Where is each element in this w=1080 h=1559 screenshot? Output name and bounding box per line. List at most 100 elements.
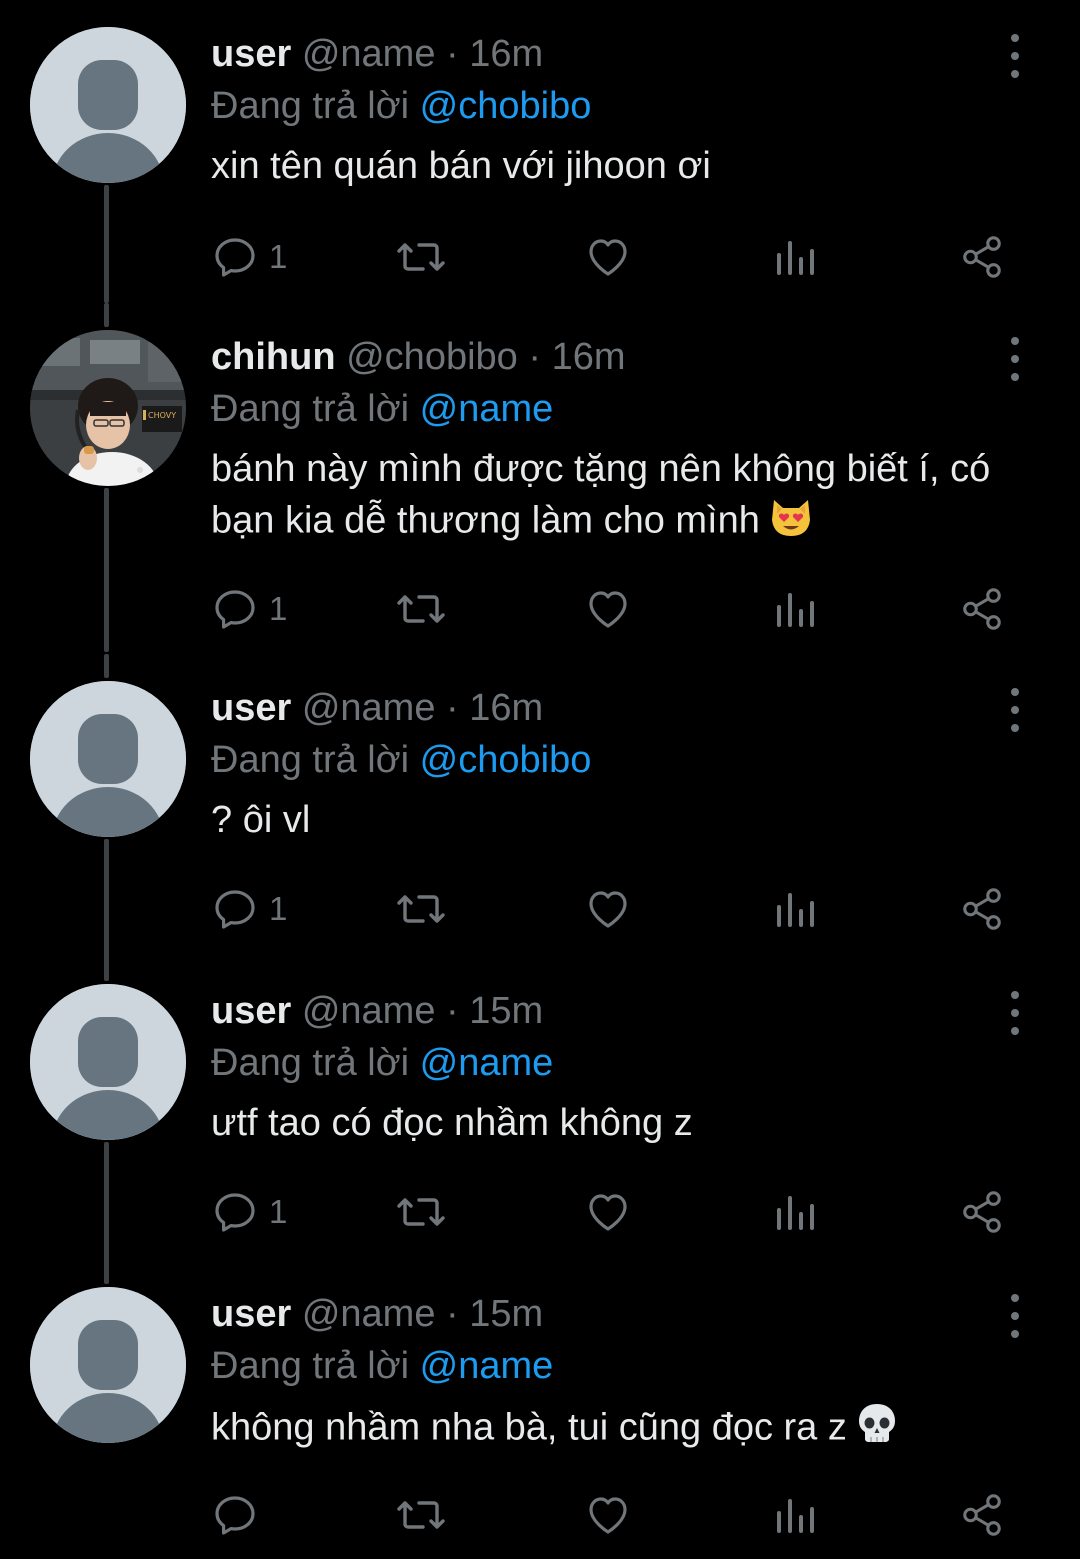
dot-icon [1011, 706, 1019, 714]
view-stats-button[interactable] [773, 584, 817, 634]
heart-icon [589, 239, 627, 276]
replying-to-label: Đang trả lời [211, 1345, 410, 1387]
display-name[interactable]: user [211, 1293, 291, 1335]
tweet-header: chihun @chobibo · 16m [211, 333, 980, 381]
dot-icon [1011, 52, 1019, 60]
view-stats-button[interactable] [773, 1187, 817, 1237]
display-name[interactable]: user [211, 687, 291, 729]
user-handle[interactable]: @name [302, 1293, 436, 1335]
reply-thread: user @name · 16m Đang trả lời @chobibo x… [0, 0, 1080, 1559]
user-handle[interactable]: @chobibo [346, 336, 518, 378]
thread-connector [104, 303, 109, 327]
reply-count: 1 [269, 238, 288, 275]
avatar[interactable] [30, 27, 186, 183]
share-button[interactable] [959, 584, 1005, 634]
avatar[interactable] [30, 984, 186, 1140]
tweet-header: user @name · 15m [211, 1290, 980, 1338]
view-stats-button[interactable] [773, 1490, 817, 1540]
dot-icon [1011, 1009, 1019, 1017]
share-button[interactable] [959, 884, 1005, 934]
tweet-text: xin tên quán bán với jihoon ơi [211, 145, 711, 187]
replying-to-label: Đang trả lời [211, 1042, 410, 1084]
reply-icon [215, 590, 255, 629]
like-button[interactable] [583, 584, 633, 634]
like-button[interactable] [583, 1490, 633, 1540]
reply-icon [215, 1193, 255, 1232]
more-options-button[interactable] [1000, 34, 1030, 78]
share-button[interactable] [959, 232, 1005, 282]
retweet-button[interactable] [395, 884, 447, 934]
avatar[interactable]: CHOVY [30, 330, 186, 486]
share-icon [963, 888, 1001, 930]
display-name[interactable]: chihun [211, 336, 336, 378]
view-stats-button[interactable] [773, 232, 817, 282]
timestamp[interactable]: 15m [469, 990, 543, 1032]
thread-connector [104, 1142, 109, 1264]
retweet-icon [397, 1198, 445, 1226]
share-icon [963, 1494, 1001, 1536]
dot-icon [1011, 688, 1019, 696]
more-options-button[interactable] [1000, 1294, 1030, 1338]
replying-to-handle[interactable]: @name [420, 1042, 554, 1084]
timestamp[interactable]: 16m [469, 33, 543, 75]
replying-to-handle[interactable]: @name [420, 388, 554, 430]
like-button[interactable] [583, 232, 633, 282]
replying-to-handle[interactable]: @chobibo [420, 85, 592, 127]
dot-icon [1011, 1330, 1019, 1338]
timestamp[interactable]: 16m [552, 336, 626, 378]
tweet-1[interactable]: user @name · 16m Đang trả lời @chobibo x… [0, 0, 1080, 303]
tweet-text: bánh này mình được tặng nên không biết í… [211, 444, 1031, 551]
reply-button[interactable]: 1 [211, 584, 287, 634]
avatar[interactable] [30, 1287, 186, 1443]
view-stats-button[interactable] [773, 884, 817, 934]
share-button[interactable] [959, 1187, 1005, 1237]
default-profile-icon [30, 27, 186, 183]
replying-to-handle[interactable]: @name [420, 1345, 554, 1387]
user-handle[interactable]: @name [302, 687, 436, 729]
more-options-button[interactable] [1000, 991, 1030, 1035]
tweet-2[interactable]: CHOVY chihun @chobibo · 16m Đang trả lời… [0, 303, 1080, 652]
timestamp[interactable]: 15m [469, 1293, 543, 1335]
replying-to-label: Đang trả lời [211, 85, 410, 127]
like-button[interactable] [583, 1187, 633, 1237]
retweet-button[interactable] [395, 232, 447, 282]
dot-icon [1011, 34, 1019, 42]
retweet-button[interactable] [395, 1490, 447, 1540]
replying-to-label: Đang trả lời [211, 388, 410, 430]
more-options-button[interactable] [1000, 688, 1030, 732]
reply-button[interactable] [211, 1490, 269, 1540]
display-name[interactable]: user [211, 33, 291, 75]
reply-count: 1 [269, 590, 288, 627]
separator: · [446, 1293, 459, 1335]
tweet-content: chihun @chobibo · 16m Đang trả lời @name… [211, 333, 990, 551]
replying-to-label: Đang trả lời [211, 739, 410, 781]
more-options-button[interactable] [1000, 337, 1030, 381]
user-handle[interactable]: @name [302, 33, 436, 75]
tweet-actions: 1 [211, 1187, 1011, 1237]
reply-button[interactable]: 1 [211, 1187, 287, 1237]
avatar[interactable] [30, 681, 186, 837]
heart-eyes-cat-emoji [768, 494, 814, 551]
tweet-3[interactable]: user @name · 16m Đang trả lời @chobibo ?… [0, 654, 1080, 961]
tweet-5[interactable]: user @name · 15m Đang trả lời @name khôn… [0, 1260, 1080, 1559]
retweet-button[interactable] [395, 584, 447, 634]
like-button[interactable] [583, 884, 633, 934]
replying-to-handle[interactable]: @chobibo [420, 739, 592, 781]
tweet-content: user @name · 15m Đang trả lời @name khôn… [211, 1290, 980, 1458]
retweet-button[interactable] [395, 1187, 447, 1237]
user-handle[interactable]: @name [302, 990, 436, 1032]
tweet-4[interactable]: user @name · 15m Đang trả lời @name ưtf … [0, 957, 1080, 1264]
reply-button[interactable]: 1 [211, 232, 287, 282]
separator: · [528, 336, 542, 378]
retweet-icon [397, 595, 445, 623]
default-profile-icon [30, 681, 186, 837]
display-name[interactable]: user [211, 990, 291, 1032]
share-icon [963, 236, 1001, 278]
reply-button[interactable]: 1 [211, 884, 287, 934]
tweet-content: user @name · 16m Đang trả lời @chobibo ?… [211, 684, 980, 845]
replying-to: Đang trả lời @name [211, 1038, 980, 1088]
share-button[interactable] [959, 1490, 1005, 1540]
reply-icon [215, 238, 255, 277]
timestamp[interactable]: 16m [469, 687, 543, 729]
analytics-icon [777, 593, 814, 627]
